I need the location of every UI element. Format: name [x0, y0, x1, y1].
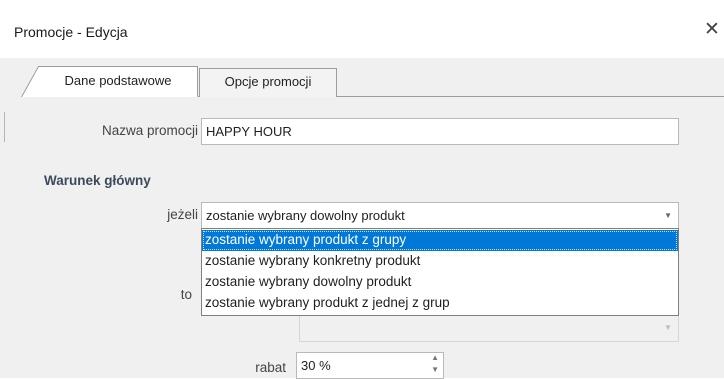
then-label: to [180, 287, 192, 302]
chevron-down-icon: ▼ [664, 323, 672, 332]
condition-select-value: zostanie wybrany dowolny produkt [206, 208, 405, 223]
window-title: Promocje - Edycja [14, 24, 128, 40]
tab-slant [21, 66, 43, 97]
dropdown-option[interactable]: zostanie wybrany produkt z grupy [202, 230, 678, 251]
chevron-down-icon[interactable]: ▼ [664, 203, 672, 228]
discount-value: 30 % [301, 358, 331, 373]
condition-label: jeżeli [167, 207, 198, 222]
chevron-up-icon[interactable]: ▲ [431, 354, 439, 362]
main-condition-heading: Warunek główny [44, 173, 151, 188]
dropdown-option[interactable]: zostanie wybrany produkt z jednej z grup [202, 293, 678, 314]
promotion-name-label: Nazwa promocji [101, 123, 198, 138]
promotion-name-input[interactable]: HAPPY HOUR [201, 118, 679, 145]
divider [4, 112, 5, 142]
discount-stepper[interactable]: 30 % ▲ ▼ [296, 352, 444, 379]
condition-select[interactable]: zostanie wybrany dowolny produkt ▼ [201, 202, 679, 229]
discount-label: rabat [255, 360, 286, 375]
tab-opcje-promocji[interactable]: Opcje promocji [199, 68, 337, 97]
chevron-down-icon[interactable]: ▼ [431, 366, 439, 374]
tab-dane-podstawowe[interactable]: Dane podstawowe [38, 66, 198, 97]
then-select[interactable]: ▼ [299, 315, 679, 342]
dropdown-option[interactable]: zostanie wybrany dowolny produkt [202, 272, 678, 293]
condition-dropdown-list: zostanie wybrany produkt z grupy zostani… [201, 228, 679, 316]
dropdown-option[interactable]: zostanie wybrany konkretny produkt [202, 251, 678, 272]
close-icon[interactable]: ✕ [700, 17, 724, 43]
